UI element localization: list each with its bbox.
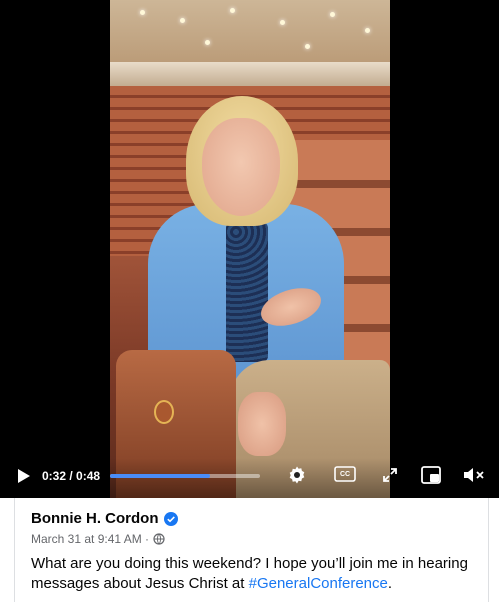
video-scene-balcony: [110, 62, 390, 88]
expand-icon: [383, 468, 397, 482]
picture-in-picture-button[interactable]: [420, 465, 442, 485]
author-name[interactable]: Bonnie H. Cordon: [31, 510, 159, 527]
video-scene-blouse: [226, 222, 268, 362]
progress-bar-fill: [110, 474, 211, 478]
verified-badge-icon: [163, 511, 178, 526]
post-caption: What are you doing this weekend? I hope …: [31, 554, 481, 594]
video-controls-bar: 0:32 / 0:48 CC: [0, 458, 499, 498]
volume-muted-icon: [464, 468, 484, 482]
video-scene-ceiling: [110, 0, 390, 70]
post-timestamp[interactable]: March 31 at 9:41 AM ·: [31, 532, 149, 546]
play-icon: [18, 469, 30, 483]
post-date-row: March 31 at 9:41 AM ·: [31, 532, 165, 546]
picture-in-picture-icon: [421, 466, 441, 484]
volume-button[interactable]: [462, 464, 486, 486]
video-scene-hand-rest: [238, 392, 286, 456]
fullscreen-button[interactable]: [380, 465, 400, 485]
captions-label: CC: [339, 470, 351, 478]
time-display: 0:32 / 0:48: [42, 469, 101, 483]
video-scene-seat-badge: [154, 400, 174, 424]
post-details: Bonnie H. Cordon March 31 at 9:41 AM · W…: [14, 498, 489, 602]
video-frame[interactable]: [110, 0, 390, 498]
globe-icon: [153, 533, 165, 545]
settings-button[interactable]: [286, 464, 308, 486]
video-player[interactable]: 0:32 / 0:48 CC: [0, 0, 499, 498]
play-button[interactable]: [14, 466, 34, 486]
captions-button[interactable]: CC: [334, 465, 356, 483]
progress-bar[interactable]: [110, 474, 260, 478]
gear-icon: [289, 466, 305, 484]
hashtag-link[interactable]: #GeneralConference: [249, 575, 388, 592]
author-row: Bonnie H. Cordon: [31, 510, 178, 527]
video-scene-face: [202, 118, 280, 216]
caption-end: .: [387, 575, 393, 592]
